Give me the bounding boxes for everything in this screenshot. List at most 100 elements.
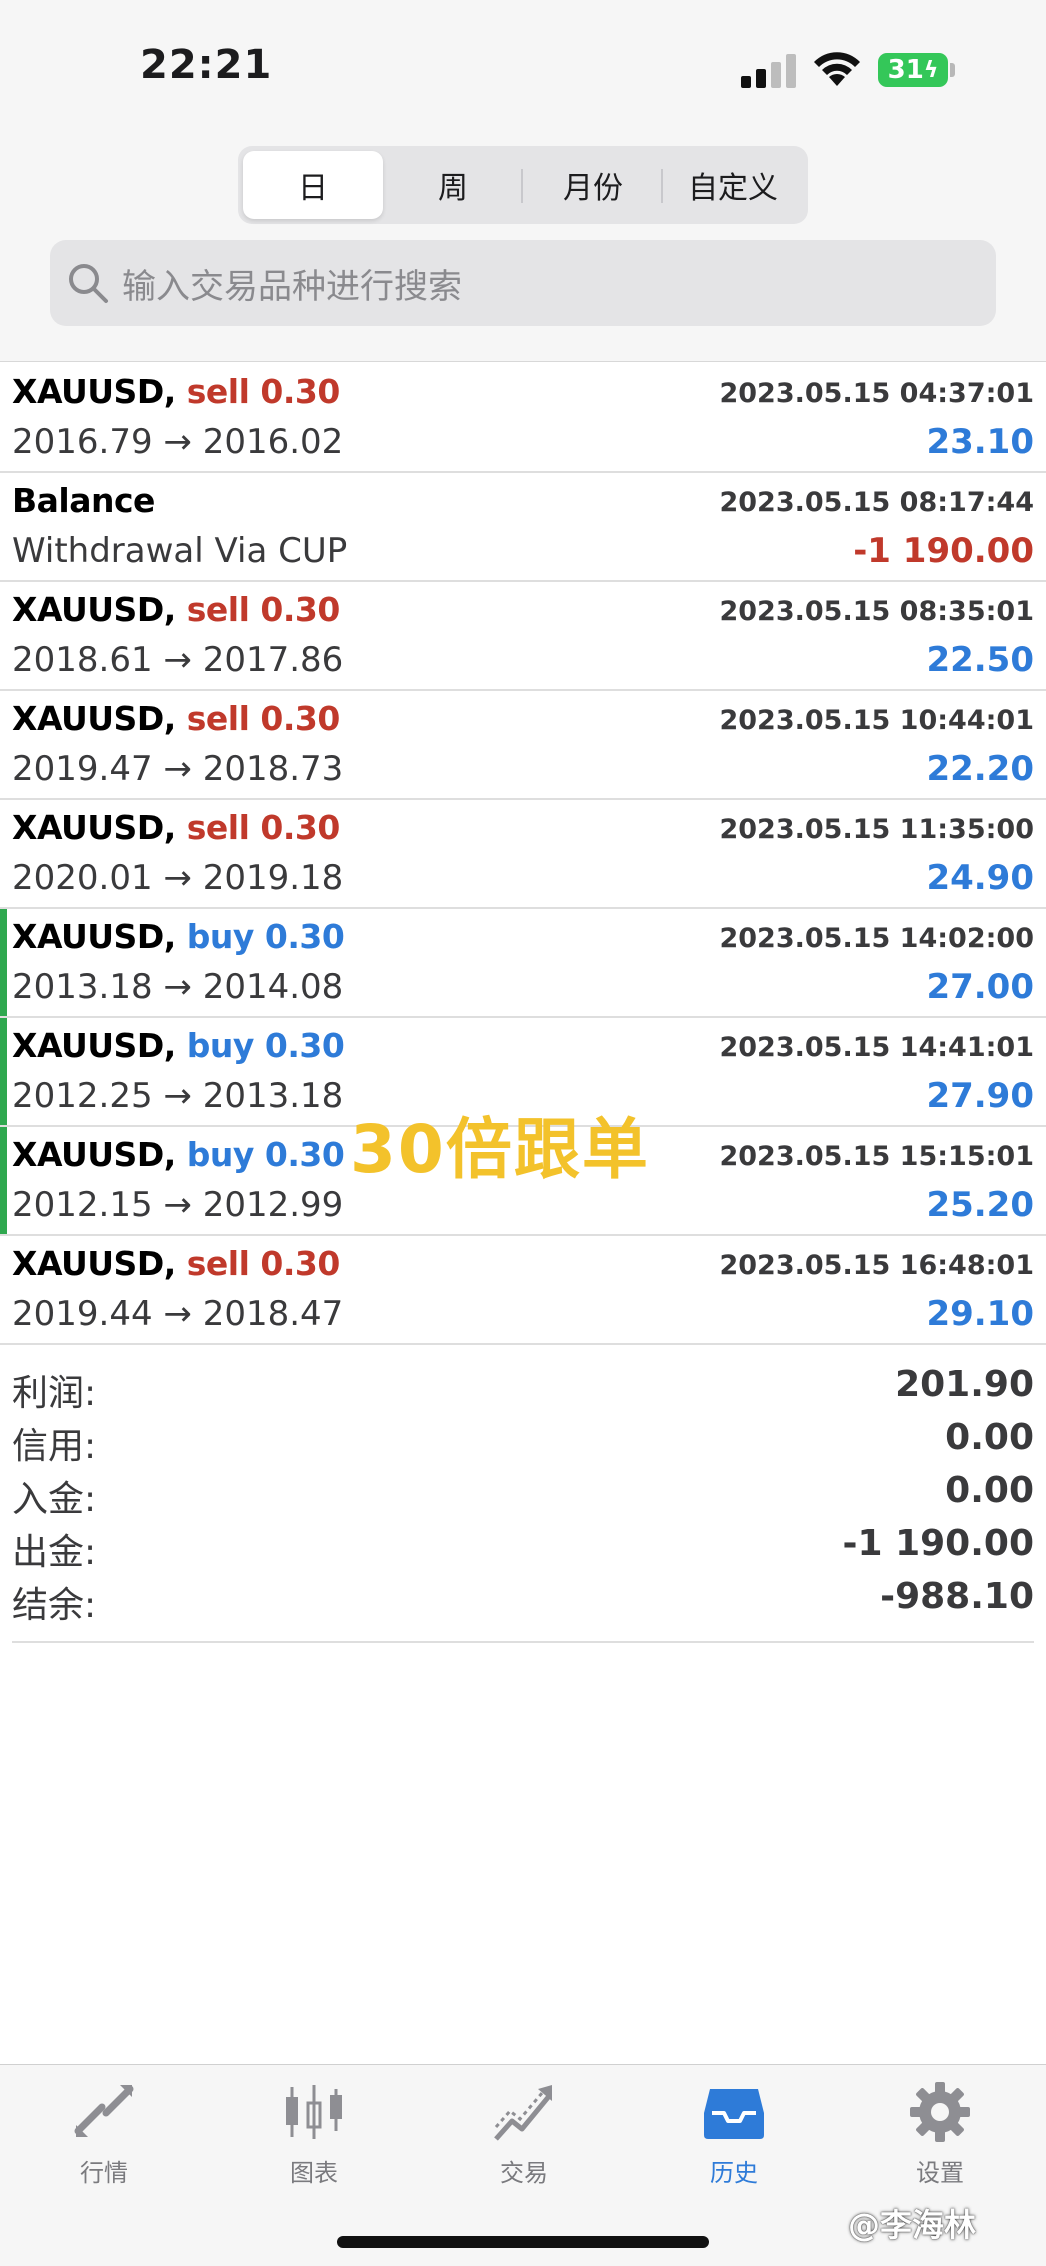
period-segmented-control: 日 周 月份 自定义 bbox=[238, 146, 808, 224]
segment-month[interactable]: 月份 bbox=[523, 151, 663, 219]
trade-icon bbox=[494, 2085, 552, 2141]
deal-prices: 2012.25 → 2013.18 bbox=[12, 1076, 344, 1116]
home-indicator[interactable] bbox=[337, 2236, 709, 2248]
summary-value: -1 190.00 bbox=[842, 1523, 1034, 1564]
deal-time: 2023.05.15 08:35:01 bbox=[719, 596, 1034, 627]
segment-day[interactable]: 日 bbox=[243, 151, 383, 219]
status-bar: 22:21 31 ϟ bbox=[0, 0, 1046, 130]
deal-time: 2023.05.15 14:41:01 bbox=[719, 1032, 1034, 1063]
deal-time: 2023.05.15 14:02:00 bbox=[719, 923, 1034, 954]
deal-prices: 2016.79 → 2016.02 bbox=[12, 422, 344, 462]
deal-time: 2023.05.15 10:44:01 bbox=[719, 705, 1034, 736]
deal-symbol: XAUUSD, sell 0.30 bbox=[12, 1244, 340, 1283]
deal-prices: 2013.18 → 2014.08 bbox=[12, 967, 344, 1007]
overlay-caption: 30倍跟单 bbox=[350, 1111, 650, 1188]
deal-type: sell 0.30 bbox=[186, 1244, 341, 1283]
deal-type: sell 0.30 bbox=[186, 808, 341, 847]
deal-type: sell 0.30 bbox=[186, 372, 341, 411]
history-icon bbox=[704, 2089, 764, 2139]
deal-time: 2023.05.15 04:37:01 bbox=[719, 378, 1034, 409]
symbol-search-input[interactable]: 输入交易品种进行搜索 bbox=[50, 240, 996, 326]
search-placeholder: 输入交易品种进行搜索 bbox=[122, 266, 462, 307]
wifi-icon bbox=[814, 52, 860, 86]
deal-profit: 25.20 bbox=[926, 1185, 1034, 1225]
deal-profit: 27.00 bbox=[926, 967, 1034, 1007]
deal-prices: 2020.01 → 2019.18 bbox=[12, 858, 344, 898]
segment-custom[interactable]: 自定义 bbox=[663, 151, 803, 219]
deal-profit: 29.10 bbox=[926, 1294, 1034, 1334]
deal-symbol: XAUUSD, sell 0.30 bbox=[12, 372, 340, 411]
deal-row[interactable]: XAUUSD, buy 0.30 2023.05.15 14:02:00 201… bbox=[0, 909, 1046, 1018]
deal-row[interactable]: XAUUSD, sell 0.30 2023.05.15 10:44:01 20… bbox=[0, 691, 1046, 800]
battery-nub bbox=[950, 63, 955, 77]
deal-prices: 2018.61 → 2017.86 bbox=[12, 640, 344, 680]
summary-value: 201.90 bbox=[895, 1364, 1034, 1405]
deal-type: buy 0.30 bbox=[186, 1026, 345, 1065]
tab-label: 行情 bbox=[80, 2159, 128, 2187]
summary-value: -988.10 bbox=[880, 1576, 1034, 1617]
deal-symbol: XAUUSD, buy 0.30 bbox=[12, 1135, 345, 1174]
deal-symbol: XAUUSD, buy 0.30 bbox=[12, 1026, 345, 1065]
deal-comment: Withdrawal Via CUP bbox=[12, 531, 348, 571]
tab-label: 交易 bbox=[500, 2159, 548, 2187]
tab-quotes[interactable]: 行情 bbox=[34, 2081, 174, 2201]
search-icon bbox=[69, 264, 108, 303]
summary-row-balance: 结余: -988.10 bbox=[12, 1572, 1034, 1626]
tab-label: 图表 bbox=[290, 2159, 338, 2187]
tab-settings[interactable]: 设置 bbox=[870, 2081, 1010, 2201]
deal-time: 2023.05.15 15:15:01 bbox=[719, 1141, 1034, 1172]
tab-label: 历史 bbox=[710, 2159, 758, 2187]
deal-time: 2023.05.15 11:35:00 bbox=[719, 814, 1034, 845]
deal-type: buy 0.30 bbox=[186, 1135, 345, 1174]
deal-type: sell 0.30 bbox=[186, 590, 341, 629]
deal-type: sell 0.30 bbox=[186, 699, 341, 738]
settings-icon bbox=[910, 2082, 970, 2142]
summary-label: 信用: bbox=[12, 1426, 97, 1467]
deal-time: 2023.05.15 16:48:01 bbox=[719, 1250, 1034, 1281]
deal-prices: 2019.47 → 2018.73 bbox=[12, 749, 344, 789]
tab-label: 设置 bbox=[916, 2159, 964, 2187]
deal-row[interactable]: XAUUSD, sell 0.30 2023.05.15 16:48:01 20… bbox=[0, 1236, 1046, 1345]
status-time: 22:21 bbox=[140, 42, 273, 88]
summary-label: 出金: bbox=[12, 1532, 97, 1573]
history-header: 日 周 月份 自定义 输入交易品种进行搜索 bbox=[0, 130, 1046, 362]
segment-week[interactable]: 周 bbox=[383, 151, 523, 219]
deal-profit: 27.90 bbox=[926, 1076, 1034, 1116]
author-watermark: @李海林 bbox=[848, 2206, 977, 2244]
deal-symbol: XAUUSD, sell 0.30 bbox=[12, 699, 340, 738]
summary-label: 入金: bbox=[12, 1479, 97, 1520]
deal-symbol: XAUUSD, sell 0.30 bbox=[12, 590, 340, 629]
deal-profit: -1 190.00 bbox=[853, 531, 1034, 571]
summary-label: 利润: bbox=[12, 1373, 97, 1414]
tab-history[interactable]: 历史 bbox=[664, 2081, 804, 2201]
deal-profit: 24.90 bbox=[926, 858, 1034, 898]
summary-row-profit: 利润: 201.90 bbox=[12, 1360, 1034, 1414]
deal-row[interactable]: XAUUSD, sell 0.30 2023.05.15 04:37:01 20… bbox=[0, 364, 1046, 473]
summary-row-withdrawal: 出金: -1 190.00 bbox=[12, 1519, 1034, 1573]
battery-icon: 31 ϟ bbox=[878, 53, 948, 87]
quotes-icon bbox=[74, 2085, 134, 2137]
deal-time: 2023.05.15 08:17:44 bbox=[719, 487, 1034, 518]
summary-value: 0.00 bbox=[945, 1417, 1034, 1458]
summary-label: 结余: bbox=[12, 1585, 97, 1626]
charging-bolt-icon: ϟ bbox=[923, 57, 939, 83]
deal-profit: 22.50 bbox=[926, 640, 1034, 680]
chart-icon bbox=[286, 2085, 342, 2139]
deal-symbol: XAUUSD, sell 0.30 bbox=[12, 808, 340, 847]
deals-list: XAUUSD, sell 0.30 2023.05.15 04:37:01 20… bbox=[0, 364, 1046, 1345]
deal-row[interactable]: XAUUSD, sell 0.30 2023.05.15 11:35:00 20… bbox=[0, 800, 1046, 909]
tab-chart[interactable]: 图表 bbox=[244, 2081, 384, 2201]
deal-row[interactable]: XAUUSD, sell 0.30 2023.05.15 08:35:01 20… bbox=[0, 582, 1046, 691]
deal-profit: 23.10 bbox=[926, 422, 1034, 462]
deal-type: buy 0.30 bbox=[186, 917, 345, 956]
deal-symbol: XAUUSD, buy 0.30 bbox=[12, 917, 345, 956]
summary-row-deposit: 入金: 0.00 bbox=[12, 1466, 1034, 1520]
battery-level: 31 bbox=[887, 55, 924, 85]
summary-row-credit: 信用: 0.00 bbox=[12, 1413, 1034, 1467]
deal-symbol: Balance bbox=[12, 481, 155, 520]
tab-trade[interactable]: 交易 bbox=[454, 2081, 594, 2201]
deal-prices: 2012.15 → 2012.99 bbox=[12, 1185, 344, 1225]
deal-prices: 2019.44 → 2018.47 bbox=[12, 1294, 344, 1334]
summary-value: 0.00 bbox=[945, 1470, 1034, 1511]
balance-row[interactable]: Balance 2023.05.15 08:17:44 Withdrawal V… bbox=[0, 473, 1046, 582]
